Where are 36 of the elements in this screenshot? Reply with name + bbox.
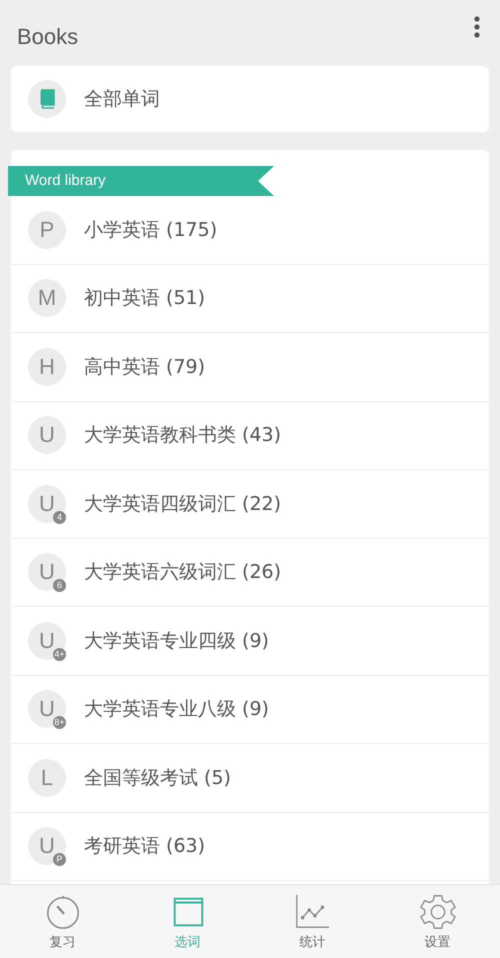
more-options-icon[interactable]: [474, 16, 480, 38]
level-badge: 8+: [53, 716, 66, 730]
library-item-label: 大学英语专业八级 (9): [84, 697, 269, 722]
book-icon: [39, 89, 55, 109]
letter-avatar: U: [28, 416, 66, 454]
library-item-label: 全国等级考试 (5): [84, 766, 231, 791]
letter-avatar: M: [28, 279, 66, 318]
level-badge: 6: [53, 579, 66, 592]
library-item-label: 大学英语专业四级 (9): [84, 628, 269, 654]
nav-tab[interactable]: 统计: [250, 885, 375, 958]
library-item[interactable]: L 全国等级考试 (5): [11, 744, 489, 812]
level-badge: 4+: [53, 648, 66, 661]
library-item-label: 大学英语教科书类 (43): [84, 423, 282, 448]
line-chart-icon: [294, 893, 332, 931]
library-item-label: 考研英语 (63): [84, 834, 206, 860]
letter-avatar: L: [28, 758, 66, 797]
nav-tab[interactable]: 设置: [375, 885, 500, 958]
letter-avatar: H: [28, 348, 66, 386]
all-words-label: 全部单词: [84, 87, 160, 112]
library-item[interactable]: P 小学英语 (175): [11, 196, 489, 264]
library-item[interactable]: U 大学英语教科书类 (43): [11, 402, 489, 470]
library-item[interactable]: M 初中英语 (51): [11, 264, 489, 333]
library-item[interactable]: H 高中英语 (79): [11, 333, 489, 402]
level-badge: 4: [53, 510, 66, 524]
settings-icon: [418, 893, 456, 931]
library-item-label: 小学英语 (175): [84, 218, 218, 243]
all-words-item[interactable]: 全部单词: [11, 66, 489, 132]
library-item-label: 大学英语六级词汇 (26): [84, 560, 282, 586]
nav-tab[interactable]: 复习: [0, 885, 125, 958]
library-item-label: 大学英语四级词汇 (22): [84, 492, 282, 517]
page-title: Books: [17, 24, 78, 50]
library-item-label: 初中英语 (51): [84, 286, 206, 312]
letter-avatar: P: [28, 210, 66, 249]
section-ribbon: Word library: [8, 166, 274, 196]
level-badge: P: [53, 853, 66, 866]
library-item-label: 高中英语 (79): [84, 354, 206, 380]
